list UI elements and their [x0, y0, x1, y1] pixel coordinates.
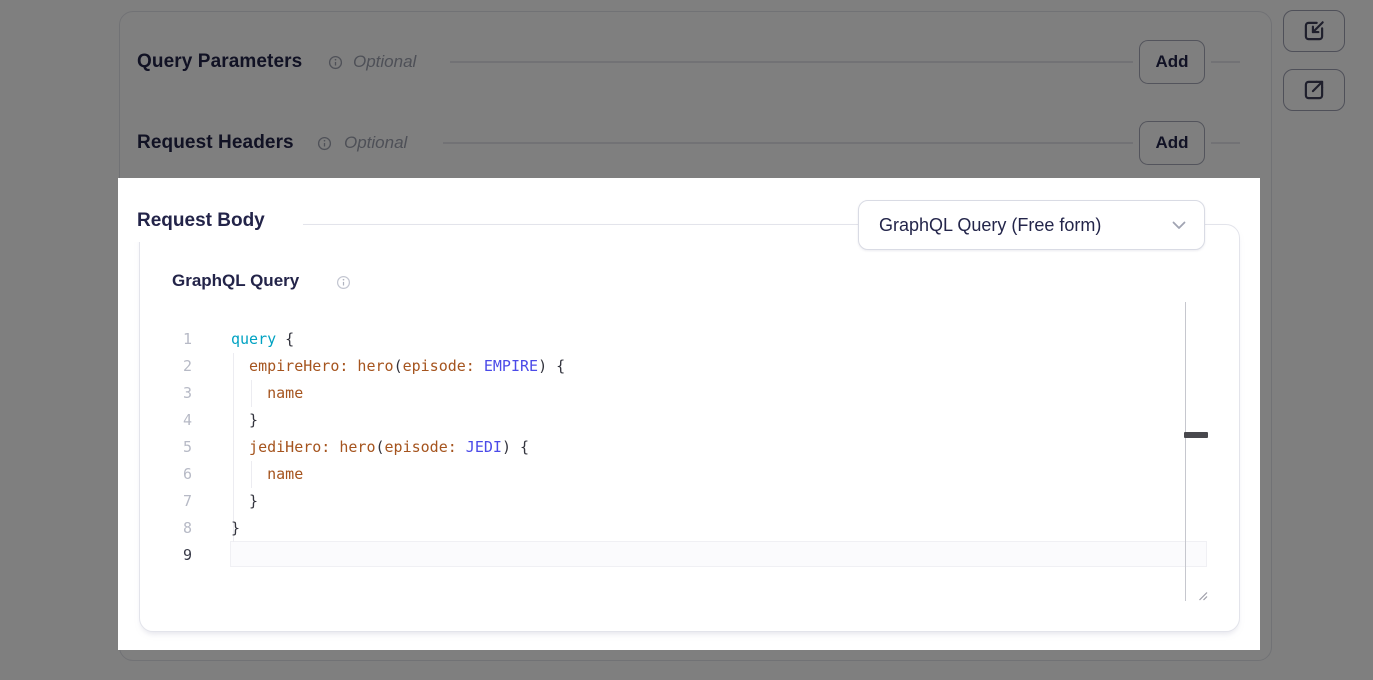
token-keyword: query	[231, 330, 276, 348]
editor-scrollbar-track	[1185, 302, 1186, 601]
token-punct: {	[276, 330, 294, 348]
code-line: }	[231, 515, 565, 542]
line-number: 3	[158, 380, 192, 407]
line-number: 2	[158, 353, 192, 380]
code-line	[231, 542, 565, 569]
line-number: 6	[158, 461, 192, 488]
dim-overlay-right	[1260, 178, 1373, 650]
token-punct: (	[376, 438, 385, 456]
token-punct: ) {	[538, 357, 565, 375]
dim-overlay-bottom	[0, 650, 1373, 680]
token-enum: JEDI	[457, 438, 502, 456]
editor-scrollbar-thumb[interactable]	[1184, 432, 1208, 438]
token-punct: }	[231, 492, 258, 510]
code-line: }	[231, 488, 565, 515]
line-number: 1	[158, 326, 192, 353]
code-line: empireHero: hero(episode: EMPIRE) {	[231, 353, 565, 380]
line-number: 8	[158, 515, 192, 542]
graphql-query-editor[interactable]: 123456789 query { empireHero: hero(episo…	[158, 302, 1208, 601]
code-line: name	[231, 461, 565, 488]
resize-grip-icon[interactable]	[1196, 589, 1208, 601]
line-number: 7	[158, 488, 192, 515]
code-line: query {	[231, 326, 565, 353]
line-number: 5	[158, 434, 192, 461]
token-punct: ) {	[502, 438, 529, 456]
code-line: name	[231, 380, 565, 407]
token-field: episode:	[385, 438, 457, 456]
graphql-query-label: GraphQL Query	[172, 271, 299, 291]
token-field: name	[231, 465, 303, 483]
line-number: 4	[158, 407, 192, 434]
info-circle-icon[interactable]	[336, 275, 351, 290]
token-field: name	[231, 384, 303, 402]
code-line: jediHero: hero(episode: JEDI) {	[231, 434, 565, 461]
dim-overlay-left	[0, 178, 118, 650]
editor-gutter: 123456789	[158, 326, 192, 569]
editor-code-lines: query { empireHero: hero(episode: EMPIRE…	[231, 326, 565, 569]
token-punct: }	[231, 411, 258, 429]
token-punct: (	[394, 357, 403, 375]
request-body-title: Request Body	[137, 210, 265, 232]
token-field: episode:	[403, 357, 475, 375]
token-field: empireHero: hero	[231, 357, 394, 375]
dim-overlay-top	[0, 0, 1373, 178]
line-number: 9	[158, 542, 192, 569]
code-line: }	[231, 407, 565, 434]
token-enum: EMPIRE	[475, 357, 538, 375]
token-punct: }	[231, 519, 240, 537]
body-type-dropdown[interactable]: GraphQL Query (Free form)	[858, 200, 1205, 250]
body-type-selected-value: GraphQL Query (Free form)	[879, 215, 1101, 236]
chevron-down-icon	[1172, 221, 1186, 230]
token-field: jediHero: hero	[231, 438, 376, 456]
